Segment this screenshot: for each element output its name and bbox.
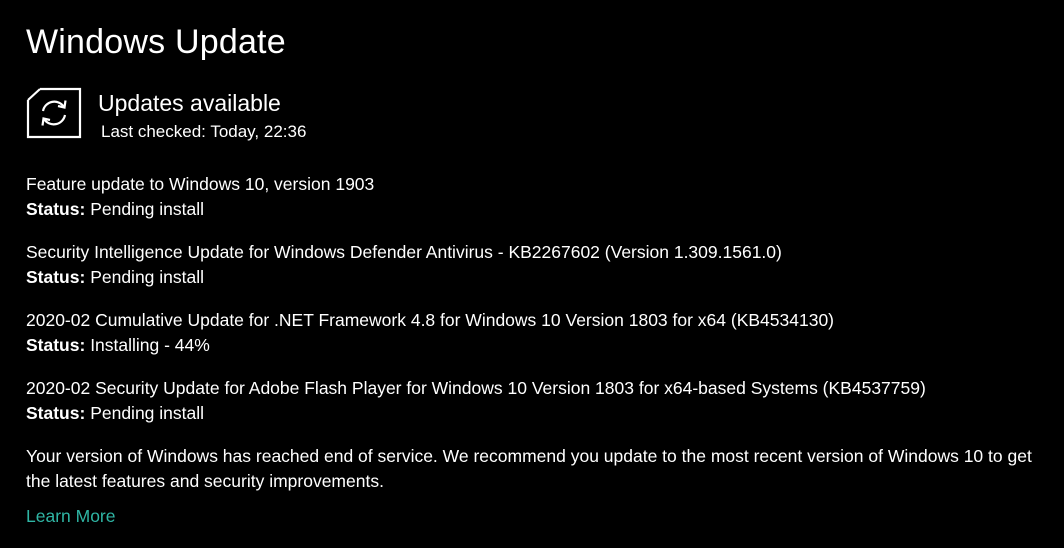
status-label: Status: bbox=[26, 403, 86, 423]
update-name: Security Intelligence Update for Windows… bbox=[26, 242, 782, 262]
update-name: 2020-02 Security Update for Adobe Flash … bbox=[26, 378, 926, 398]
refresh-icon bbox=[26, 87, 82, 139]
status-label: Status: bbox=[26, 335, 86, 355]
end-of-service-message: Your version of Windows has reached end … bbox=[26, 446, 1032, 491]
update-status: Status: Pending install bbox=[26, 401, 1046, 426]
last-checked-text: Last checked: Today, 22:36 bbox=[101, 122, 307, 141]
update-item: Security Intelligence Update for Windows… bbox=[26, 240, 1046, 308]
learn-more-link[interactable]: Learn More bbox=[26, 504, 116, 529]
status-label: Status: bbox=[26, 267, 86, 287]
update-status: Status: Installing - 44% bbox=[26, 333, 1046, 358]
update-status: Status: Pending install bbox=[26, 265, 1046, 290]
status-value: Installing - 44% bbox=[90, 335, 210, 355]
updates-available-heading: Updates available bbox=[98, 90, 281, 116]
update-name: 2020-02 Cumulative Update for .NET Frame… bbox=[26, 310, 835, 330]
update-name: Feature update to Windows 10, version 19… bbox=[26, 174, 375, 194]
windows-update-page: Windows Update Updates available Last ch… bbox=[0, 0, 1064, 548]
status-label: Status: bbox=[26, 199, 86, 219]
page-title: Windows Update bbox=[26, 23, 286, 61]
header-text: Updates available Last checked: Today, 2… bbox=[98, 86, 306, 143]
update-status: Status: Pending install bbox=[26, 197, 1046, 222]
status-value: Pending install bbox=[90, 267, 205, 287]
update-item: 2020-02 Cumulative Update for .NET Frame… bbox=[26, 308, 1046, 376]
status-value: Pending install bbox=[90, 403, 205, 423]
update-status-header: Updates available Last checked: Today, 2… bbox=[26, 86, 306, 143]
update-list: Feature update to Windows 10, version 19… bbox=[26, 172, 1046, 444]
status-value: Pending install bbox=[90, 199, 205, 219]
update-item: 2020-02 Security Update for Adobe Flash … bbox=[26, 376, 1046, 444]
update-item: Feature update to Windows 10, version 19… bbox=[26, 172, 1046, 240]
